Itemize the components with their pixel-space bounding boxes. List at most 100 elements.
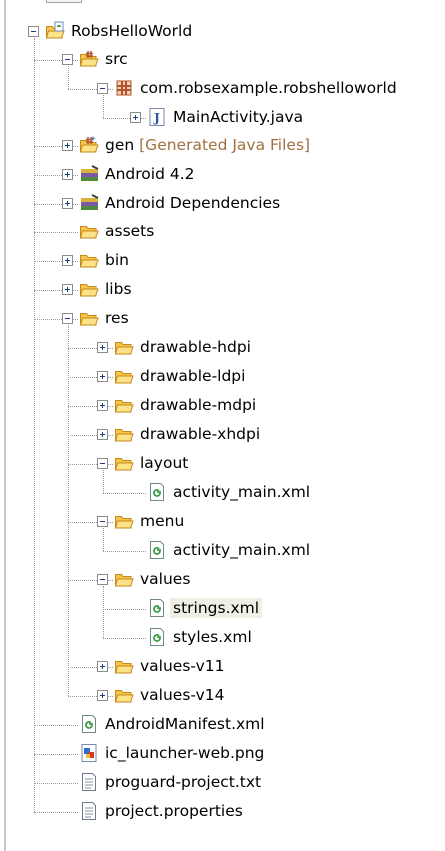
tree-row-drawable-xhdpi[interactable]: drawable-xhdpi <box>0 422 445 448</box>
tree-row-assets[interactable]: assets <box>0 219 445 245</box>
svg-text:J: J <box>153 111 160 125</box>
source-folder-icon <box>79 49 99 69</box>
tree-row-values[interactable]: values <box>0 567 445 593</box>
tree-row-activity-main-xml[interactable]: activity_main.xml <box>0 538 445 564</box>
expand-toggle[interactable] <box>97 342 108 353</box>
tree-row-res[interactable]: res <box>0 306 445 332</box>
collapse-toggle[interactable] <box>97 574 108 585</box>
tree-row-drawable-ldpi[interactable]: drawable-ldpi <box>0 364 445 390</box>
folder-icon <box>114 656 134 676</box>
tree-item-label: strings.xml <box>170 598 263 618</box>
tree-row-drawable-hdpi[interactable]: drawable-hdpi <box>0 335 445 361</box>
tree-row-libs[interactable]: libs <box>0 277 445 303</box>
tree-item-label: res <box>105 309 129 327</box>
expand-toggle[interactable] <box>62 169 73 180</box>
tree-item-label: drawable-mdpi <box>140 396 257 414</box>
tree-row-androidmanifest-xml[interactable]: AndroidManifest.xml <box>0 712 445 738</box>
expand-toggle[interactable] <box>97 690 108 701</box>
tree-row-strings-xml[interactable]: strings.xml <box>0 596 445 622</box>
collapse-toggle[interactable] <box>97 458 108 469</box>
tree-item-label: libs <box>105 280 132 298</box>
tree-row-proguard-project-txt[interactable]: proguard-project.txt <box>0 770 445 796</box>
tree-item-label: proguard-project.txt <box>105 773 262 791</box>
tree-item-label: bin <box>105 251 129 269</box>
tree-row-project-properties[interactable]: project.properties <box>0 799 445 825</box>
tree-row-android-4-2[interactable]: Android 4.2 <box>0 162 445 188</box>
tree-item-label: activity_main.xml <box>173 541 311 559</box>
tree-row-bin[interactable]: bin <box>0 248 445 274</box>
folder-icon <box>79 279 99 299</box>
tree-item-label: src <box>105 50 128 68</box>
tree-item-label: values <box>140 570 191 588</box>
folder-icon <box>114 569 134 589</box>
tree-item-label: drawable-ldpi <box>140 367 246 385</box>
folder-icon <box>79 221 99 241</box>
tree-row-src[interactable]: src <box>0 47 445 73</box>
expand-toggle[interactable] <box>62 255 73 266</box>
tree-item-label: values-v11 <box>140 657 225 675</box>
tree-row-mainactivity-java[interactable]: J MainActivity.java <box>0 105 445 131</box>
folder-icon <box>114 337 134 357</box>
tree-row-ic-launcher-web-png[interactable]: ic_launcher-web.png <box>0 741 445 767</box>
tree-item-label: layout <box>140 454 189 472</box>
tree-row-drawable-mdpi[interactable]: drawable-mdpi <box>0 393 445 419</box>
folder-icon <box>114 511 134 531</box>
collapse-toggle[interactable] <box>28 26 39 37</box>
tree-item-label: values-v14 <box>140 686 225 704</box>
tree-row-values-v14[interactable]: values-v14 <box>0 683 445 709</box>
project-explorer-tree: RobsHelloWorld src com.robsexample.robsh… <box>0 0 445 851</box>
expand-toggle[interactable] <box>97 400 108 411</box>
collapse-toggle[interactable] <box>62 54 73 65</box>
library-icon <box>79 193 99 213</box>
xml-file-icon <box>147 598 167 618</box>
tree-row-activity-main-xml[interactable]: activity_main.xml <box>0 480 445 506</box>
package-icon <box>114 78 134 98</box>
tree-row-styles-xml[interactable]: styles.xml <box>0 625 445 651</box>
collapse-toggle[interactable] <box>97 516 108 527</box>
collapse-toggle[interactable] <box>62 313 73 324</box>
expand-toggle[interactable] <box>62 198 73 209</box>
tree-item-label: styles.xml <box>173 628 252 646</box>
expand-toggle[interactable] <box>62 140 73 151</box>
folder-icon <box>79 308 99 328</box>
tree-row-values-v11[interactable]: values-v11 <box>0 654 445 680</box>
image-file-icon <box>79 743 99 763</box>
folder-icon <box>114 424 134 444</box>
tree-row-menu[interactable]: menu <box>0 509 445 535</box>
xml-file-icon <box>79 714 99 734</box>
expand-toggle[interactable] <box>130 112 141 123</box>
xml-file-icon <box>147 482 167 502</box>
library-icon <box>79 164 99 184</box>
xml-file-icon <box>147 627 167 647</box>
tree-item-label: drawable-xhdpi <box>140 425 261 443</box>
expand-toggle[interactable] <box>97 371 108 382</box>
text-file-icon <box>79 772 99 792</box>
tree-item-label: RobsHelloWorld <box>71 22 193 40</box>
android-project-icon <box>45 21 65 41</box>
tree-item-label: project.properties <box>105 802 243 820</box>
tree-row-robshelloworld[interactable]: RobsHelloWorld <box>0 19 445 45</box>
tree-row-android-dependencies[interactable]: Android Dependencies <box>0 191 445 217</box>
expand-toggle[interactable] <box>97 429 108 440</box>
tree-item-label: menu <box>140 512 185 530</box>
tree-item-label: ic_launcher-web.png <box>105 744 265 762</box>
tree-row-layout[interactable]: layout <box>0 451 445 477</box>
folder-icon <box>114 685 134 705</box>
tree-item-label: AndroidManifest.xml <box>105 715 265 733</box>
tree-item-label: Android 4.2 <box>105 165 195 183</box>
expand-toggle[interactable] <box>97 661 108 672</box>
tree-item-label: drawable-hdpi <box>140 338 251 356</box>
text-file-icon <box>79 801 99 821</box>
tree-row-com-robsexample-robshelloworld[interactable]: com.robsexample.robshelloworld <box>0 76 445 102</box>
xml-file-icon <box>147 540 167 560</box>
tree-item-label: MainActivity.java <box>173 108 304 126</box>
clipped-previous-row <box>46 0 82 3</box>
collapse-toggle[interactable] <box>97 83 108 94</box>
folder-icon <box>114 395 134 415</box>
tree-item-label: com.robsexample.robshelloworld <box>140 79 397 97</box>
expand-toggle[interactable] <box>62 284 73 295</box>
tree-item-label: activity_main.xml <box>173 483 311 501</box>
tree-item-label: assets <box>105 222 155 240</box>
tree-row-gen[interactable]: gen [Generated Java Files] <box>0 133 445 159</box>
folder-icon <box>114 366 134 386</box>
